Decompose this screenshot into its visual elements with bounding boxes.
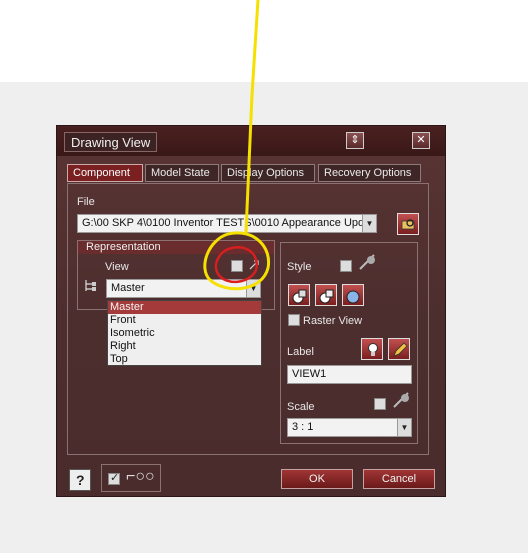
- annotation-red-circle: [214, 245, 259, 283]
- annotation-overlay: [203, 0, 271, 291]
- annotation-line: [244, 0, 260, 234]
- annotation-yellow-circle: [203, 231, 271, 291]
